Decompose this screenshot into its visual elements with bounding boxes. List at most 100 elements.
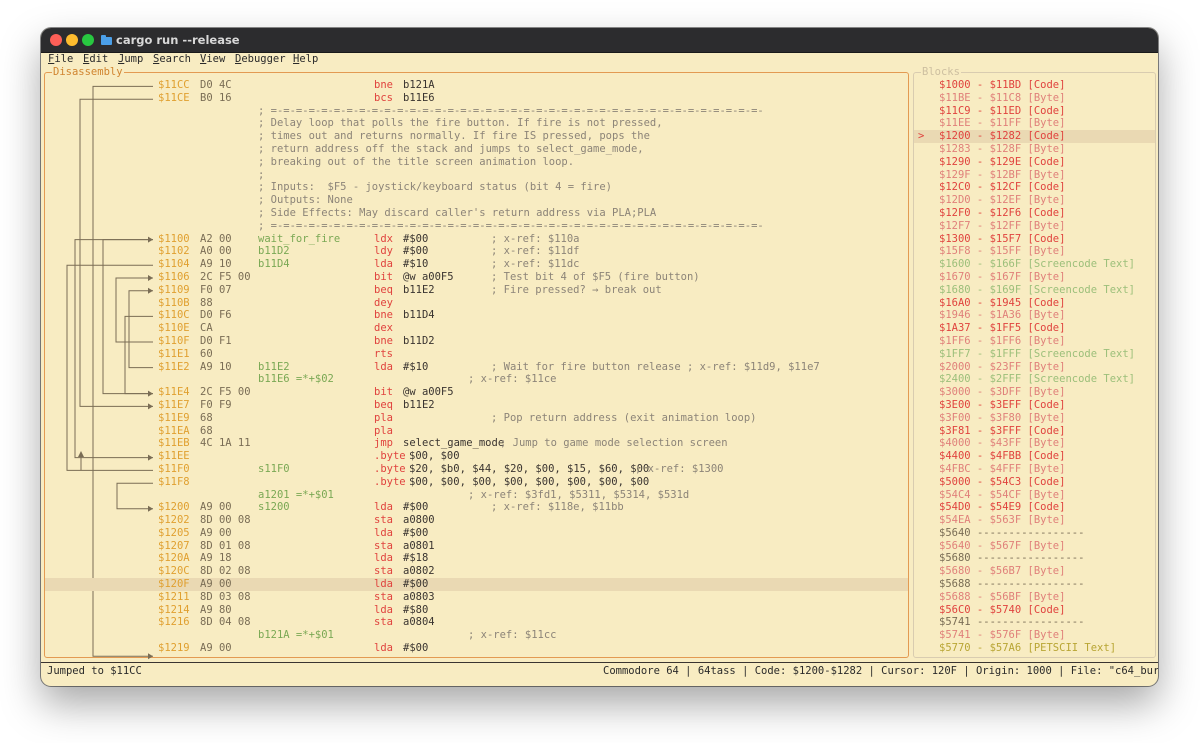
disassembly-row[interactable]: $11E1 60 rts (45, 348, 908, 361)
disassembly-row[interactable]: $110F D0 F1 bne b11D2 (45, 335, 908, 348)
disassembly-row[interactable]: ; return address off the stack and jumps… (45, 143, 908, 156)
block-item[interactable]: $129F - $12BF [Byte] (914, 169, 1155, 182)
disassembly-row[interactable]: $1102 A0 00 b11D2 ldy #$00 ; x-ref: $11df (45, 245, 908, 258)
menu-view[interactable]: View (200, 53, 225, 65)
disassembly-row[interactable]: ; Inputs: $F5 - joystick/keyboard status… (45, 181, 908, 194)
disassembly-row[interactable]: $1211 8D 03 08 sta a0803 (45, 591, 908, 604)
block-item[interactable]: $1670 - $167F [Byte] (914, 271, 1155, 284)
disassembly-row[interactable]: ; Side Effects: May discard caller's ret… (45, 207, 908, 220)
disassembly-row[interactable]: $11EE .byte $00, $00 (45, 450, 908, 463)
blocks-panel[interactable]: Blocks $1000 - $11BD [Code] $11BE - $11C8… (913, 66, 1156, 658)
menu-jump[interactable]: Jump (118, 53, 143, 65)
menu-file[interactable]: File (48, 53, 73, 65)
block-item[interactable]: $56C0 - $5740 [Code] (914, 604, 1155, 617)
block-item[interactable]: $54EA - $563F [Byte] (914, 514, 1155, 527)
disassembly-row[interactable]: $11CE B0 16 bcs b11E6 (45, 92, 908, 105)
block-item[interactable]: $5000 - $54C3 [Code] (914, 476, 1155, 489)
disassembly-row[interactable]: $11F8 .byte $00, $00, $00, $00, $00, $00, … (45, 476, 908, 489)
disassembly-row[interactable]: ; Outputs: None (45, 194, 908, 207)
disassembly-row[interactable]: $1100 A2 00 wait_for_fire ldx #$00 ; x-ref: $… (45, 233, 908, 246)
block-item[interactable]: $2000 - $23FF [Byte] (914, 361, 1155, 374)
block-item[interactable]: $2400 - $2FFF [Screencode Text] (914, 373, 1155, 386)
minimize-window-button[interactable] (66, 34, 78, 46)
block-item[interactable]: $5640 ----------------- (914, 527, 1155, 540)
disassembly-row[interactable]: $11E2 A9 10 b11E2 lda #$10 ; Wait for fire bu… (45, 361, 908, 374)
block-item[interactable]: $1283 - $128F [Byte] (914, 143, 1155, 156)
disassembly-row[interactable]: $1216 8D 04 08 sta a0804 (45, 616, 908, 629)
block-item[interactable]: $12C0 - $12CF [Code] (914, 181, 1155, 194)
disassembly-row[interactable]: $11E7 F0 F9 beq b11E2 (45, 399, 908, 412)
block-item[interactable]: $3F81 - $3FFF [Code] (914, 425, 1155, 438)
disassembly-row[interactable]: b11E6 =*+$02 ; x-ref: $11ce (45, 373, 908, 386)
maximize-window-button[interactable] (82, 34, 94, 46)
menu-debugger[interactable]: Debugger (235, 53, 286, 65)
block-item[interactable]: $4000 - $43FF [Byte] (914, 437, 1155, 450)
disassembly-row[interactable]: $1200 A9 00 s1200 lda #$00 ; x-ref: $118e, $1… (45, 501, 908, 514)
block-item[interactable]: $12D0 - $12EF [Byte] (914, 194, 1155, 207)
block-item[interactable]: $16A0 - $1945 [Code] (914, 297, 1155, 310)
block-item[interactable]: $5688 - $56BF [Byte] (914, 591, 1155, 604)
block-item[interactable]: $11C9 - $11ED [Code] (914, 105, 1155, 118)
block-item[interactable]: $4FBC - $4FFF [Byte] (914, 463, 1155, 476)
disassembly-row[interactable]: $1104 A9 10 b11D4 lda #$10 ; x-ref: $11dc (45, 258, 908, 271)
disassembly-row[interactable]: $120A A9 18 lda #$18 (45, 552, 908, 565)
disassembly-row[interactable]: $110B 88 dey (45, 297, 908, 310)
block-item[interactable]: $5680 - $56B7 [Byte] (914, 565, 1155, 578)
disassembly-row[interactable]: $11F0 s11F0 .byte $20, $b0, $44, $20, $00, … (45, 463, 908, 476)
disassembly-row[interactable]: $11CC D0 4C bne b121A (45, 79, 908, 92)
block-item[interactable]: $5680 ----------------- (914, 552, 1155, 565)
disassembly-row[interactable]: ; (45, 169, 908, 182)
close-window-button[interactable] (50, 34, 62, 46)
disassembly-row[interactable]: $1219 A9 00 lda #$00 (45, 642, 908, 655)
menu-search[interactable]: Search (153, 53, 191, 65)
disassembly-row[interactable]: $11E9 68 pla ; Pop return address (exit ani… (45, 412, 908, 425)
block-item[interactable]: $12F7 - $12FF [Byte] (914, 220, 1155, 233)
disassembly-row[interactable]: $1205 A9 00 lda #$00 (45, 527, 908, 540)
disassembly-row[interactable]: ; =-=-=-=-=-=-=-=-=-=-=-=-=-=-=-=-=-=-=-… (45, 220, 908, 233)
block-item[interactable]: $3F00 - $3F80 [Byte] (914, 412, 1155, 425)
disassembly-row[interactable]: $1202 8D 00 08 sta a0800 (45, 514, 908, 527)
block-item[interactable]: $5688 ----------------- (914, 578, 1155, 591)
disassembly-row[interactable]: $11E4 2C F5 00 bit @w a00F5 (45, 386, 908, 399)
block-item[interactable]: $15F8 - $15FF [Byte] (914, 245, 1155, 258)
block-item[interactable]: $5741 - $576F [Byte] (914, 629, 1155, 642)
disassembly-row[interactable]: $1106 2C F5 00 bit @w a00F5 ; Test bit 4 of … (45, 271, 908, 284)
block-item[interactable]: $11EE - $11FF [Byte] (914, 117, 1155, 130)
block-item[interactable]: $1946 - $1A36 [Byte] (914, 309, 1155, 322)
block-item[interactable]: $54D0 - $54E9 [Code] (914, 501, 1155, 514)
disassembly-row[interactable]: $1109 F0 07 beq b11E2 ; Fire pressed? → brea… (45, 284, 908, 297)
disassembly-row[interactable]: $110C D0 F6 bne b11D4 (45, 309, 908, 322)
disassembly-row[interactable]: a1201 =*+$01 ; x-ref: $3fd1, $5311, $5314… (45, 489, 908, 502)
disassembly-row[interactable]: $11EB 4C 1A 11 jmp select_game_mode; Jump t… (45, 437, 908, 450)
disassembly-row[interactable]: ; Delay loop that polls the fire button.… (45, 117, 908, 130)
block-item[interactable]: $3E00 - $3EFF [Code] (914, 399, 1155, 412)
disassembly-row[interactable]: $120C 8D 02 08 sta a0802 (45, 565, 908, 578)
block-item[interactable]: $1300 - $15F7 [Code] (914, 233, 1155, 246)
disassembly-row[interactable]: ; times out and returns normally. If fir… (45, 130, 908, 143)
block-item[interactable]: $1000 - $11BD [Code] (914, 79, 1155, 92)
block-item[interactable]: $1FF7 - $1FFF [Screencode Text] (914, 348, 1155, 361)
disassembly-row[interactable]: b121A =*+$01 ; x-ref: $11cc (45, 629, 908, 642)
disassembly-row[interactable]: ; =-=-=-=-=-=-=-=-=-=-=-=-=-=-=-=-=-=-=-… (45, 105, 908, 118)
block-item[interactable]: $1600 - $166F [Screencode Text] (914, 258, 1155, 271)
disassembly-row[interactable]: $1214 A9 80 lda #$80 (45, 604, 908, 617)
disassembly-row[interactable]: $120F A9 00 lda #$00 (45, 578, 908, 591)
block-item[interactable]: > $1200 - $1282 [Code] (914, 130, 1155, 143)
block-item[interactable]: $5640 - $567F [Byte] (914, 540, 1155, 553)
block-item[interactable]: $11BE - $11C8 [Byte] (914, 92, 1155, 105)
block-item[interactable]: $1FF6 - $1FF6 [Byte] (914, 335, 1155, 348)
disassembly-row[interactable]: $1207 8D 01 08 sta a0801 (45, 540, 908, 553)
block-item[interactable]: $1A37 - $1FF5 [Code] (914, 322, 1155, 335)
block-item[interactable]: $54C4 - $54CF [Byte] (914, 489, 1155, 502)
block-item[interactable]: $1290 - $129E [Code] (914, 156, 1155, 169)
menu-help[interactable]: Help (293, 53, 318, 65)
block-item[interactable]: $3000 - $3DFF [Byte] (914, 386, 1155, 399)
disassembly-panel[interactable]: Disassembly $11CC D0 4C bne b121A $11CE … (44, 66, 909, 660)
disassembly-row[interactable]: $110E CA dex (45, 322, 908, 335)
disassembly-row[interactable]: ; breaking out of the title screen anima… (45, 156, 908, 169)
block-item[interactable]: $4400 - $4FBB [Code] (914, 450, 1155, 463)
block-item[interactable]: $1680 - $169F [Screencode Text] (914, 284, 1155, 297)
block-item[interactable]: $5770 - $57A6 [PETSCII Text] (914, 642, 1155, 655)
menu-edit[interactable]: Edit (83, 53, 108, 65)
block-item[interactable]: $12F0 - $12F6 [Code] (914, 207, 1155, 220)
